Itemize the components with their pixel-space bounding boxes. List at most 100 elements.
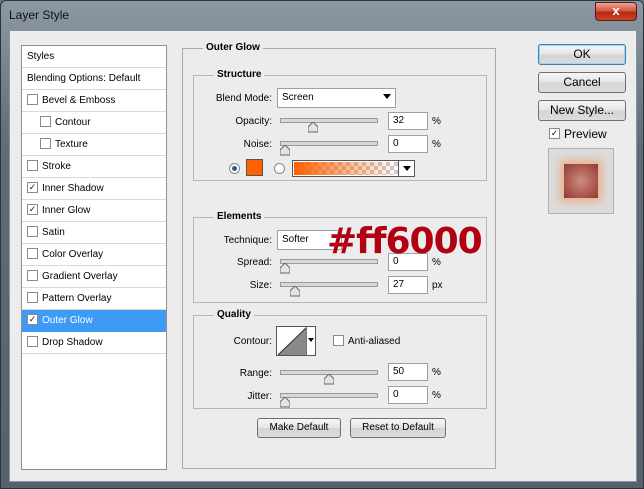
gradient-radio[interactable] [274,163,285,174]
blend-mode-select[interactable]: Screen [277,88,396,108]
new-style-button[interactable]: New Style... [538,100,626,121]
sidebar-checkbox[interactable] [27,93,38,105]
close-button[interactable]: x [595,2,637,21]
sidebar-item-label: Pattern Overlay [42,293,112,304]
sidebar-checkbox[interactable] [27,335,38,347]
style-preview [548,148,614,214]
anti-aliased-label: Anti-aliased [348,336,401,347]
layer-style-window: Layer Style x Styles Blending Options: De… [0,0,644,489]
size-label: Size: [249,280,272,291]
sidebar-checkbox[interactable] [27,313,38,325]
spread-slider-thumb[interactable] [280,263,290,274]
sidebar-checkbox[interactable] [27,269,38,281]
size-unit: px [432,280,443,291]
chevron-down-icon [308,338,314,342]
blend-mode-label: Blend Mode: [215,93,272,104]
jitter-input[interactable]: 0 [388,386,428,404]
sidebar-checkbox[interactable] [27,247,38,259]
elements-title: Elements [214,211,265,222]
preview-swatch [564,164,598,198]
sidebar-item-pattern-overlay[interactable]: Pattern Overlay [22,288,166,310]
title-bar[interactable]: Layer Style x [1,1,643,31]
sidebar-item-label: Inner Glow [42,205,91,216]
range-input[interactable]: 50 [388,363,428,381]
sidebar-checkbox[interactable] [40,115,51,127]
sidebar-checkbox[interactable] [27,159,38,171]
range-unit: % [432,367,441,378]
sidebar-checkbox[interactable] [27,225,38,237]
sidebar-item-bevel-emboss[interactable]: Bevel & Emboss [22,90,166,112]
sidebar-item-label: Outer Glow [42,315,93,326]
sidebar-checkbox[interactable] [40,137,51,149]
sidebar-item-label: Drop Shadow [42,337,103,348]
spread-label: Spread: [236,257,272,268]
sidebar-item-label: Inner Shadow [42,183,104,194]
dialog-client-area: Styles Blending Options: Default Bevel & E… [9,30,637,482]
sidebar-item-outer-glow[interactable]: Outer Glow [22,310,166,332]
range-slider-thumb[interactable] [324,374,334,385]
chevron-down-icon [383,94,391,99]
jitter-label: Jitter: [247,391,272,402]
make-default-button[interactable]: Make Default [257,418,341,438]
solid-color-radio[interactable] [229,163,240,174]
gradient-preview [294,162,398,175]
blend-mode-value: Screen [282,92,314,103]
reset-to-default-button[interactable]: Reset to Default [350,418,446,438]
contour-picker[interactable] [276,326,316,356]
sidebar-item-inner-glow[interactable]: Inner Glow [22,200,166,222]
sidebar-item-contour[interactable]: Contour [22,112,166,134]
sidebar-item-gradient-overlay[interactable]: Gradient Overlay [22,266,166,288]
opacity-input[interactable]: 32 [388,112,428,130]
technique-value: Softer [282,234,309,245]
sidebar-checkbox[interactable] [27,291,38,303]
technique-label: Technique: [223,235,272,246]
opacity-unit: % [432,116,441,127]
glow-color-swatch[interactable] [246,159,263,176]
noise-label: Noise: [243,139,272,150]
sidebar-item-label: Styles [27,51,55,62]
gradient-dropdown-button[interactable] [398,161,414,176]
jitter-slider-track[interactable] [280,393,378,398]
ok-button[interactable]: OK [538,44,626,65]
sidebar-item-label: Texture [55,139,88,150]
cancel-button[interactable]: Cancel [538,72,626,93]
size-input[interactable]: 27 [388,276,428,294]
sidebar-checkbox[interactable] [27,203,38,215]
opacity-slider-thumb[interactable] [308,122,319,133]
sidebar-item-styles[interactable]: Styles [22,46,166,68]
sidebar-item-label: Bevel & Emboss [42,95,116,106]
window-title: Layer Style [9,8,70,22]
sidebar-item-inner-shadow[interactable]: Inner Shadow [22,178,166,200]
structure-title: Structure [214,69,265,80]
contour-preview-icon [278,327,307,355]
gradient-picker[interactable] [292,160,415,177]
structure-group: Structure Blend Mode: Screen Opacity: 32… [193,69,487,181]
quality-group: Quality Contour: Anti-aliased Range: 50 … [193,309,487,409]
noise-input[interactable]: 0 [388,135,428,153]
sidebar-item-label: Stroke [42,161,71,172]
quality-title: Quality [214,309,254,320]
opacity-slider-track[interactable] [280,118,378,123]
sidebar-item-label: Satin [42,227,65,238]
preview-label: Preview [564,127,607,141]
sidebar-item-stroke[interactable]: Stroke [22,156,166,178]
sidebar-checkbox[interactable] [27,181,38,193]
preview-checkbox[interactable] [549,128,560,139]
size-slider-thumb[interactable] [289,286,300,297]
sidebar-item-texture[interactable]: Texture [22,134,166,156]
panel-title: Outer Glow [203,42,263,53]
contour-label: Contour: [233,336,272,347]
sidebar-item-label: Blending Options: Default [27,73,141,84]
jitter-slider-thumb[interactable] [280,397,290,408]
sidebar-item-blending-options-default[interactable]: Blending Options: Default [22,68,166,90]
contour-dropdown[interactable] [306,327,315,355]
styles-list: Styles Blending Options: Default Bevel & E… [21,45,167,470]
sidebar-item-drop-shadow[interactable]: Drop Shadow [22,332,166,354]
sidebar-item-color-overlay[interactable]: Color Overlay [22,244,166,266]
noise-slider-thumb[interactable] [280,145,290,156]
anti-aliased-checkbox[interactable] [333,335,344,346]
sidebar-item-satin[interactable]: Satin [22,222,166,244]
noise-unit: % [432,139,441,150]
noise-slider-track[interactable] [280,141,378,146]
chevron-down-icon [403,166,411,171]
